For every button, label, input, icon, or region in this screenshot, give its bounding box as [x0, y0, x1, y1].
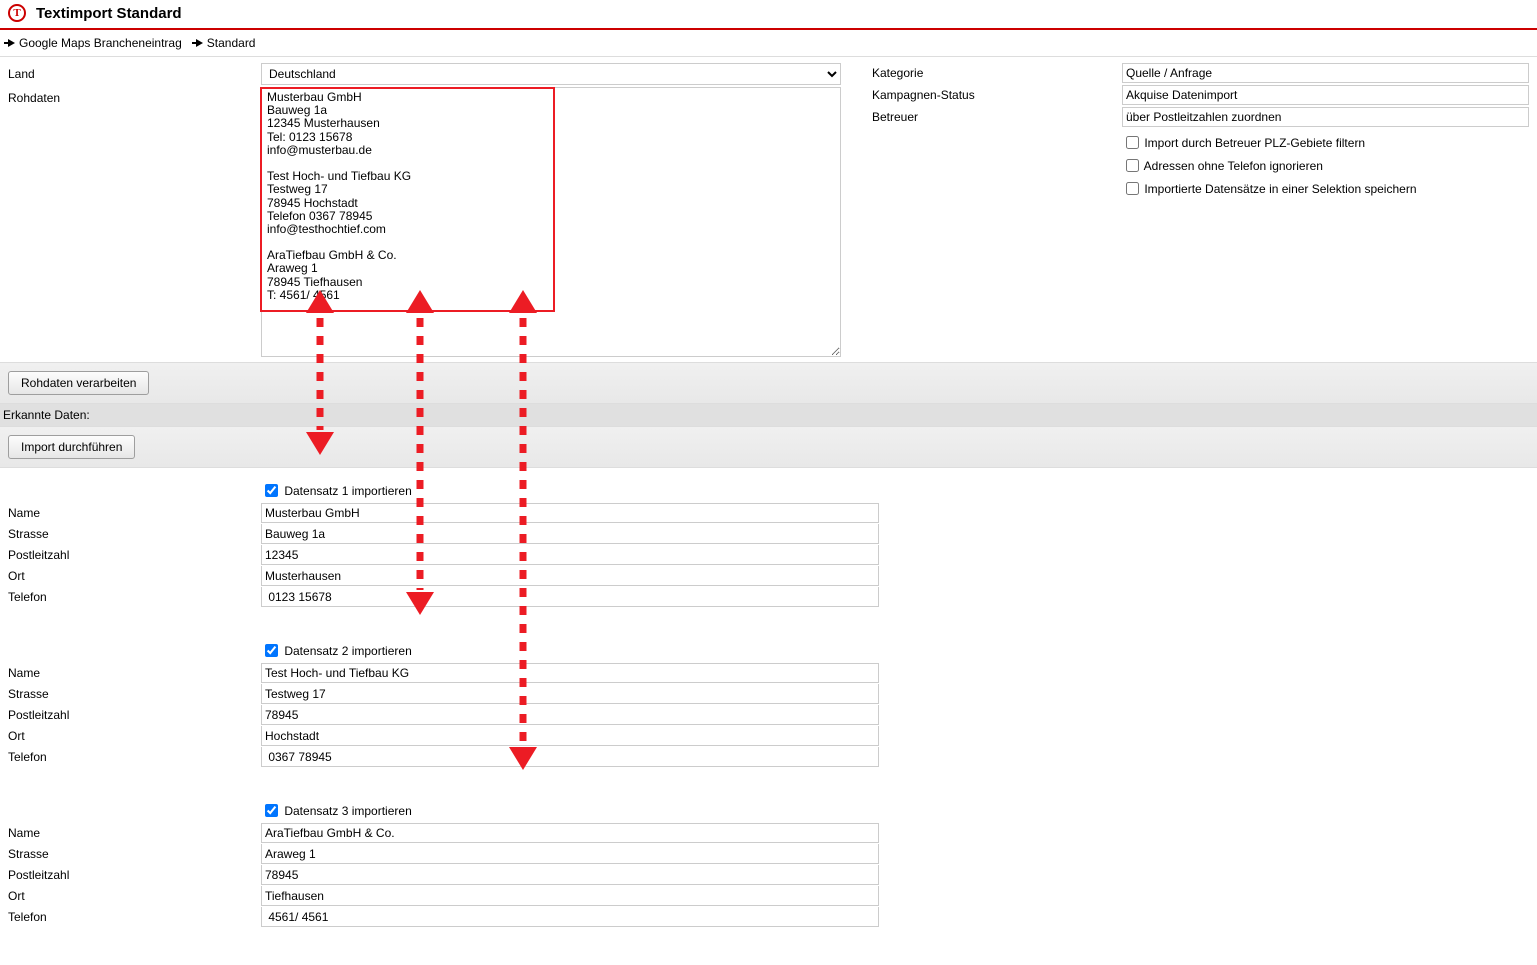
record-2-name-input[interactable]	[261, 663, 879, 683]
record-3-ort-input[interactable]	[261, 886, 879, 906]
records-container: Datensatz 1 importieren Name Strasse Pos…	[0, 476, 1537, 928]
record-3-import-label: Datensatz 3 importieren	[284, 804, 411, 818]
field-label-plz: Postleitzahl	[8, 865, 261, 886]
page-title: Textimport Standard	[36, 5, 182, 22]
kategorie-label: Kategorie	[872, 64, 1122, 82]
arrow-right-icon	[196, 39, 203, 47]
record-2-plz-input[interactable]	[261, 705, 879, 725]
field-label-telefon: Telefon	[8, 907, 261, 928]
record-3-import-checkbox[interactable]	[265, 804, 278, 817]
field-label-strasse: Strasse	[8, 524, 261, 545]
kategorie-input[interactable]	[1122, 63, 1529, 83]
breadcrumb-item-standard[interactable]: Standard	[196, 36, 256, 50]
record-block-3: Datensatz 3 importieren Name Strasse Pos…	[8, 796, 1537, 928]
field-label-telefon: Telefon	[8, 747, 261, 768]
field-label-plz: Postleitzahl	[8, 705, 261, 726]
main-area: Land Deutschland Rohdaten Kategorie Kamp…	[0, 57, 1537, 362]
rohdaten-textarea[interactable]	[261, 87, 841, 357]
field-label-name: Name	[8, 823, 261, 844]
opt-save-selection[interactable]: Importierte Datensätze in einer Selektio…	[1122, 182, 1417, 196]
rohdaten-verarbeiten-button[interactable]: Rohdaten verarbeiten	[8, 371, 149, 395]
record-block-2: Datensatz 2 importieren Name Strasse Pos…	[8, 636, 1537, 768]
record-1-import-label: Datensatz 1 importieren	[284, 484, 411, 498]
land-select[interactable]: Deutschland	[261, 63, 841, 85]
app-header: T Textimport Standard	[0, 0, 1537, 30]
field-label-ort: Ort	[8, 566, 261, 587]
breadcrumb: Google Maps Brancheneintrag Standard	[0, 30, 1537, 57]
field-label-ort: Ort	[8, 726, 261, 747]
opt-ignore-no-phone[interactable]: Adressen ohne Telefon ignorieren	[1122, 159, 1323, 173]
record-2-telefon-input[interactable]	[261, 747, 879, 767]
record-2-import-checkbox[interactable]	[265, 644, 278, 657]
kampagnen-status-input[interactable]	[1122, 85, 1529, 105]
field-label-name: Name	[8, 663, 261, 684]
action-bar-process: Rohdaten verarbeiten	[0, 362, 1537, 404]
import-durchfuehren-button[interactable]: Import durchführen	[8, 435, 135, 459]
record-3-name-input[interactable]	[261, 823, 879, 843]
record-2-ort-input[interactable]	[261, 726, 879, 746]
right-column: Kategorie Kampagnen-Status Betreuer Impo…	[860, 57, 1537, 362]
app-logo-icon: T	[8, 4, 26, 22]
record-2-strasse-input[interactable]	[261, 684, 879, 704]
field-label-plz: Postleitzahl	[8, 545, 261, 566]
arrow-right-icon	[8, 39, 15, 47]
record-1-telefon-input[interactable]	[261, 587, 879, 607]
field-label-name: Name	[8, 503, 261, 524]
field-label-ort: Ort	[8, 886, 261, 907]
opt-save-selection-label: Importierte Datensätze in einer Selektio…	[1144, 182, 1416, 196]
record-1-name-input[interactable]	[261, 503, 879, 523]
opt-filter-plz[interactable]: Import durch Betreuer PLZ-Gebiete filter…	[1122, 136, 1365, 150]
record-3-import-toggle[interactable]: Datensatz 3 importieren	[261, 804, 412, 818]
breadcrumb-label: Google Maps Brancheneintrag	[19, 36, 182, 50]
breadcrumb-label: Standard	[207, 36, 256, 50]
opt-ignore-no-phone-checkbox[interactable]	[1126, 159, 1139, 172]
record-2-import-label: Datensatz 2 importieren	[284, 644, 411, 658]
betreuer-input[interactable]	[1122, 107, 1529, 127]
opt-filter-plz-checkbox[interactable]	[1126, 136, 1139, 149]
opt-save-selection-checkbox[interactable]	[1126, 182, 1139, 195]
record-1-plz-input[interactable]	[261, 545, 879, 565]
record-1-import-toggle[interactable]: Datensatz 1 importieren	[261, 484, 412, 498]
erkannte-daten-header: Erkannte Daten:	[0, 404, 1537, 426]
kampagnen-status-label: Kampagnen-Status	[872, 86, 1122, 104]
record-1-strasse-input[interactable]	[261, 524, 879, 544]
betreuer-label: Betreuer	[872, 108, 1122, 126]
field-label-strasse: Strasse	[8, 684, 261, 705]
rohdaten-label: Rohdaten	[8, 87, 261, 109]
record-2-import-toggle[interactable]: Datensatz 2 importieren	[261, 644, 412, 658]
record-3-telefon-input[interactable]	[261, 907, 879, 927]
field-label-telefon: Telefon	[8, 587, 261, 608]
record-3-plz-input[interactable]	[261, 865, 879, 885]
land-label: Land	[8, 63, 261, 85]
record-block-1: Datensatz 1 importieren Name Strasse Pos…	[8, 476, 1537, 608]
left-column: Land Deutschland Rohdaten	[0, 57, 860, 362]
field-label-strasse: Strasse	[8, 844, 261, 865]
record-1-ort-input[interactable]	[261, 566, 879, 586]
record-1-import-checkbox[interactable]	[265, 484, 278, 497]
action-bar-import: Import durchführen	[0, 426, 1537, 468]
opt-filter-plz-label: Import durch Betreuer PLZ-Gebiete filter…	[1144, 136, 1365, 150]
breadcrumb-item-google-maps[interactable]: Google Maps Brancheneintrag	[8, 36, 182, 50]
opt-ignore-no-phone-label: Adressen ohne Telefon ignorieren	[1144, 159, 1323, 173]
record-3-strasse-input[interactable]	[261, 844, 879, 864]
